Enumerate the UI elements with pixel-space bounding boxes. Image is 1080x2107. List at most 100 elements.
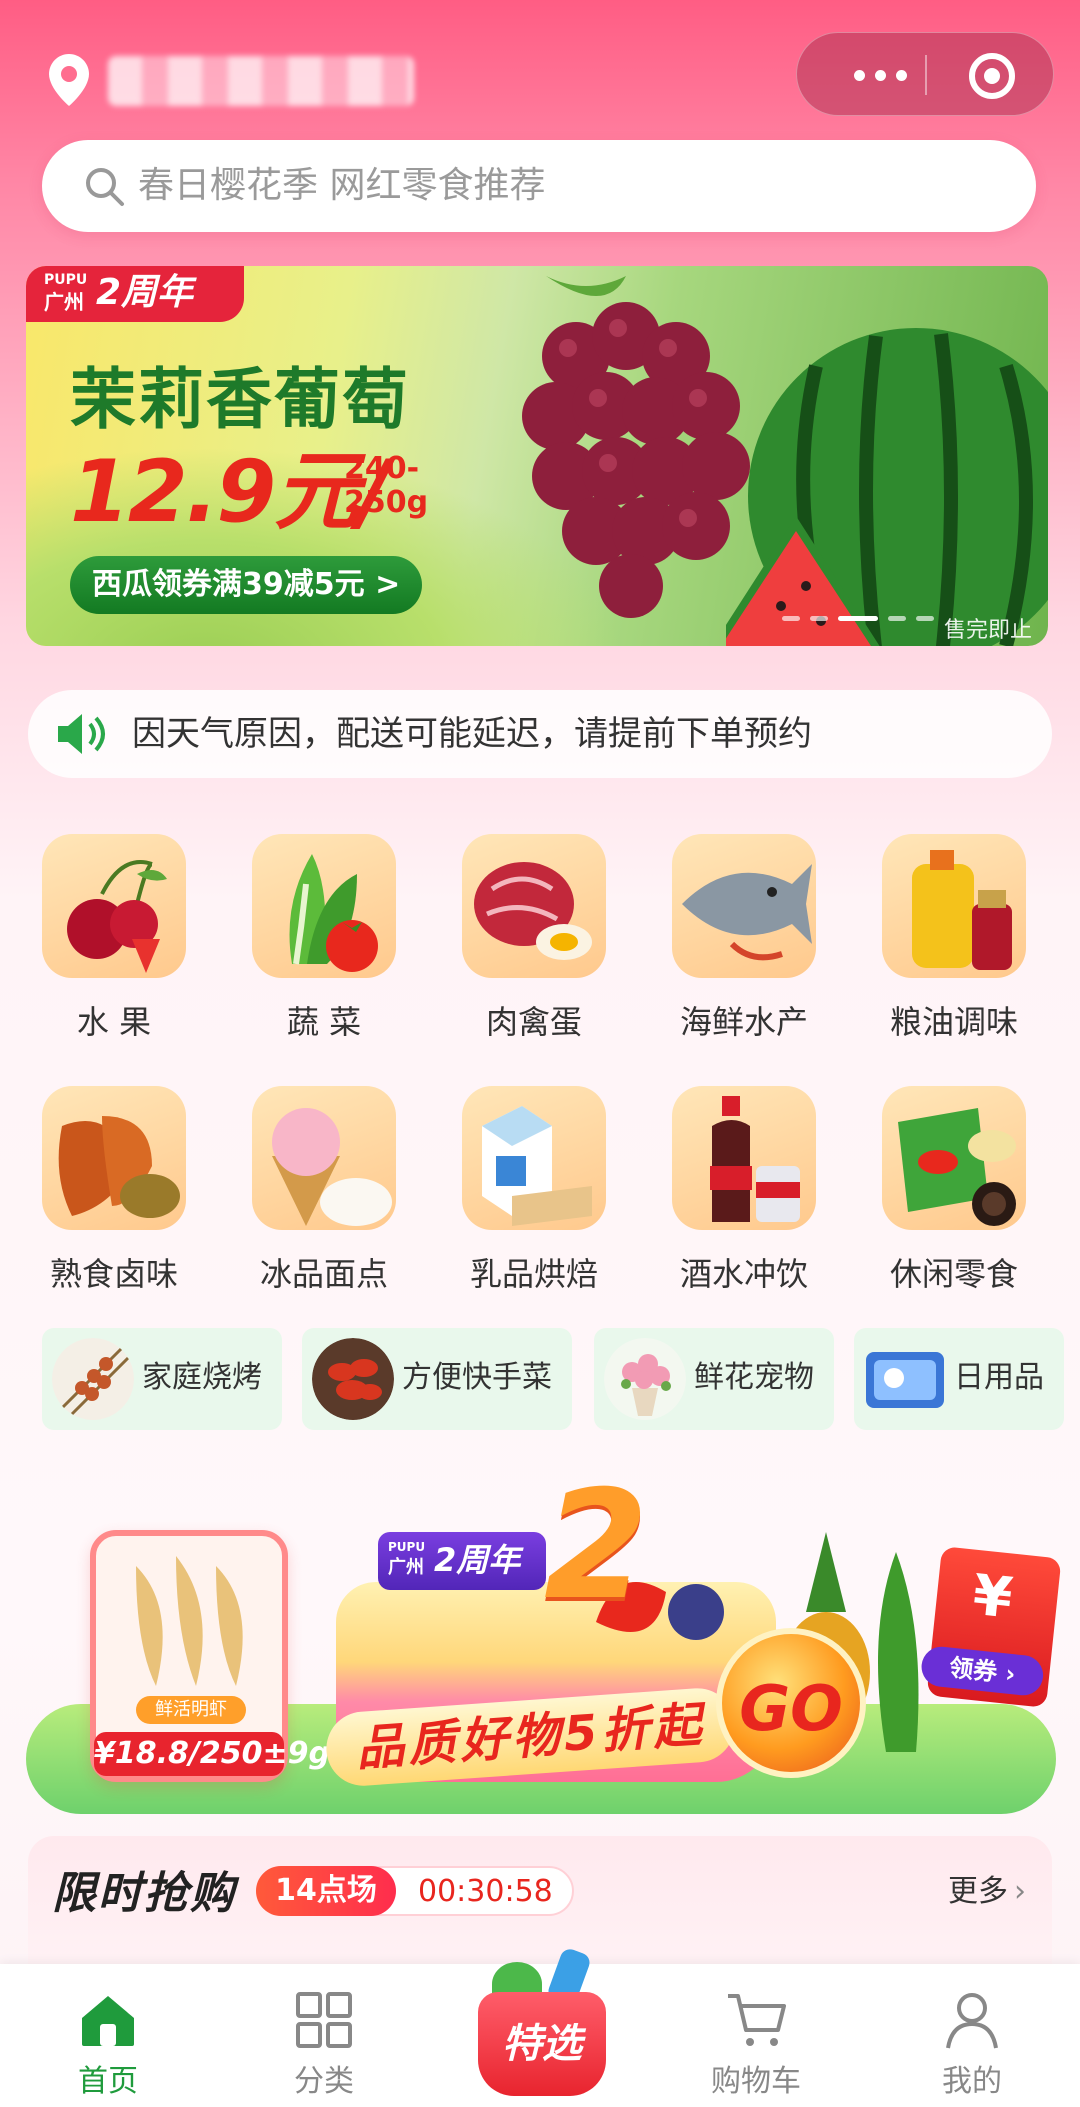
special-picks-label: 特选 (478, 1992, 606, 2096)
capsule-divider (925, 55, 927, 95)
cherry-icon (42, 834, 186, 978)
category-label: 冰品面点 (259, 1255, 388, 1293)
ice-cream-icon (252, 1086, 396, 1230)
category-vegetables[interactable]: 蔬 菜 (230, 834, 410, 1054)
tag-anniversary: 2周年 (96, 272, 194, 313)
vegetable-icon (252, 834, 396, 978)
coupon-envelope[interactable]: ¥ 领券 › (919, 1546, 1062, 1708)
category-label: 蔬 菜 (286, 1003, 362, 1041)
category-label: 水 果 (76, 1003, 152, 1041)
tissue-icon (864, 1338, 946, 1420)
grid-icon (296, 1992, 352, 2048)
category-label: 乳品烘焙 (469, 1255, 598, 1293)
promo-anniversary-tag: PUPU 广州 2周年 (378, 1532, 546, 1590)
crayfish-icon (312, 1338, 394, 1420)
anniversary-promo-banner[interactable]: PUPU 广州 2周年 2 鲜活明虾 ¥18.8/250±9g 品质好物5折起 … (26, 1452, 1062, 1814)
promo-big-number: 2 (544, 1459, 649, 1633)
subcategory-label: 方便快手菜 (402, 1360, 552, 1395)
snack-icon (882, 1086, 1026, 1230)
search-placeholder: 春日樱花季 网红零食推荐 (138, 165, 546, 206)
tag-city: 广州 (44, 290, 84, 314)
tag-brand: PUPU (44, 272, 88, 288)
subcategory-label: 日用品 (954, 1360, 1044, 1395)
category-snacks[interactable]: 休闲零食 (860, 1086, 1040, 1306)
cart-icon (728, 1994, 786, 2046)
shrimp-price: ¥18.8/250±9g (94, 1732, 330, 1776)
flash-sale-session[interactable]: 14点场 (256, 1866, 396, 1916)
notice-text: 因天气原因，配送可能延迟，请提前下单预约 (132, 714, 812, 754)
promo-tag-anniversary: 2周年 (434, 1541, 521, 1579)
tab-label: 购物车 (711, 2064, 801, 2099)
category-label: 海鲜水产 (679, 1003, 808, 1041)
category-grain-oil[interactable]: 粮油调味 (860, 834, 1040, 1054)
location-pin-icon[interactable] (46, 52, 92, 108)
flash-sale-title: 限时抢购 (52, 1868, 236, 1919)
category-label: 酒水冲饮 (679, 1255, 808, 1293)
subcategory-quick-meals[interactable]: 方便快手菜 (302, 1328, 572, 1430)
category-label: 熟食卤味 (49, 1255, 178, 1293)
oil-icon (882, 834, 1026, 978)
location-address-blurred[interactable] (108, 56, 414, 106)
banner-pager (782, 616, 934, 621)
tab-special-picks[interactable]: 特选 (466, 1944, 618, 2104)
flash-sale-countdown: 00:30:58 (418, 1874, 553, 1909)
flash-sale-timer: 14点场 00:30:58 (256, 1866, 574, 1916)
banner-title: 茉莉香葡萄 (70, 361, 410, 438)
search-icon (86, 168, 124, 206)
category-frozen-pastry[interactable]: 冰品面点 (230, 1086, 410, 1306)
banner-price: 12.9元/ (70, 442, 390, 542)
category-dairy-bakery[interactable]: 乳品烘焙 (440, 1086, 620, 1306)
category-drinks[interactable]: 酒水冲饮 (650, 1086, 830, 1306)
subcategory-daily-goods[interactable]: 日用品 (854, 1328, 1064, 1430)
sold-out-note: 售完即止 (943, 618, 1032, 643)
tab-cart[interactable]: 购物车 (676, 1964, 836, 2107)
speaker-icon (58, 714, 105, 754)
category-seafood[interactable]: 海鲜水产 (650, 834, 830, 1054)
more-menu-icon[interactable] (835, 57, 925, 93)
get-coupon-button[interactable]: 领券 › (919, 1644, 1046, 1698)
mini-program-capsule (796, 32, 1054, 116)
bbq-skewer-icon (52, 1338, 134, 1420)
meat-icon (462, 834, 606, 978)
category-label: 肉禽蛋 (485, 1003, 582, 1041)
category-label: 休闲零食 (889, 1255, 1018, 1293)
shrimp-name: 鲜活明虾 (136, 1696, 246, 1724)
watermelon-image (726, 328, 1048, 646)
tab-category[interactable]: 分类 (244, 1964, 404, 2107)
user-icon (946, 1993, 998, 2049)
shrimp-image (136, 1556, 243, 1686)
search-bar[interactable]: 春日樱花季 网红零食推荐 (42, 140, 1036, 232)
cola-icon (672, 1086, 816, 1230)
go-button[interactable]: GO (716, 1628, 866, 1778)
subcategory-bbq[interactable]: 家庭烧烤 (42, 1328, 282, 1430)
tab-label: 首页 (78, 2064, 138, 2099)
flash-sale-more-link[interactable]: 更多 (948, 1870, 1026, 1914)
anniversary-tag: PUPU 广州 2周年 (26, 266, 244, 322)
flower-icon (604, 1338, 686, 1420)
banner-weight: 240-250g (344, 451, 429, 520)
home-icon (82, 1996, 134, 2046)
category-label: 粮油调味 (889, 1003, 1018, 1041)
subcategory-label: 家庭烧烤 (142, 1360, 262, 1395)
subcategory-flowers-pets[interactable]: 鲜花宠物 (594, 1328, 834, 1430)
promo-tag-brand: PUPU (388, 1540, 426, 1554)
category-meat-egg[interactable]: 肉禽蛋 (440, 834, 620, 1054)
shrimp-product-card[interactable]: 鲜活明虾 ¥18.8/250±9g (90, 1530, 330, 1782)
tab-label: 我的 (942, 2064, 1002, 2099)
hero-banner[interactable]: PUPU 广州 2周年 茉莉香葡萄 12.9元/ 240-250g 西瓜领券满3… (26, 266, 1048, 646)
coupon-yen-symbol: ¥ (969, 1562, 1016, 1632)
close-target-icon[interactable] (969, 53, 1015, 99)
tab-home[interactable]: 首页 (28, 1964, 188, 2107)
category-deli[interactable]: 熟食卤味 (20, 1086, 200, 1306)
watermelon-coupon-button[interactable]: 西瓜领券满39减5元 > (70, 556, 423, 614)
tab-mine[interactable]: 我的 (892, 1964, 1052, 2107)
tab-label: 分类 (294, 2064, 354, 2099)
chicken-wing-icon (42, 1086, 186, 1230)
header: 春日樱花季 网红零食推荐 (0, 0, 1080, 270)
promo-tag-city: 广州 (388, 1557, 424, 1578)
subcategory-label: 鲜花宠物 (694, 1360, 814, 1395)
category-fruit[interactable]: 水 果 (20, 834, 200, 1054)
milk-icon (462, 1086, 606, 1230)
delivery-notice-bar[interactable]: 因天气原因，配送可能延迟，请提前下单预约 (28, 690, 1052, 778)
fish-icon (672, 834, 816, 978)
